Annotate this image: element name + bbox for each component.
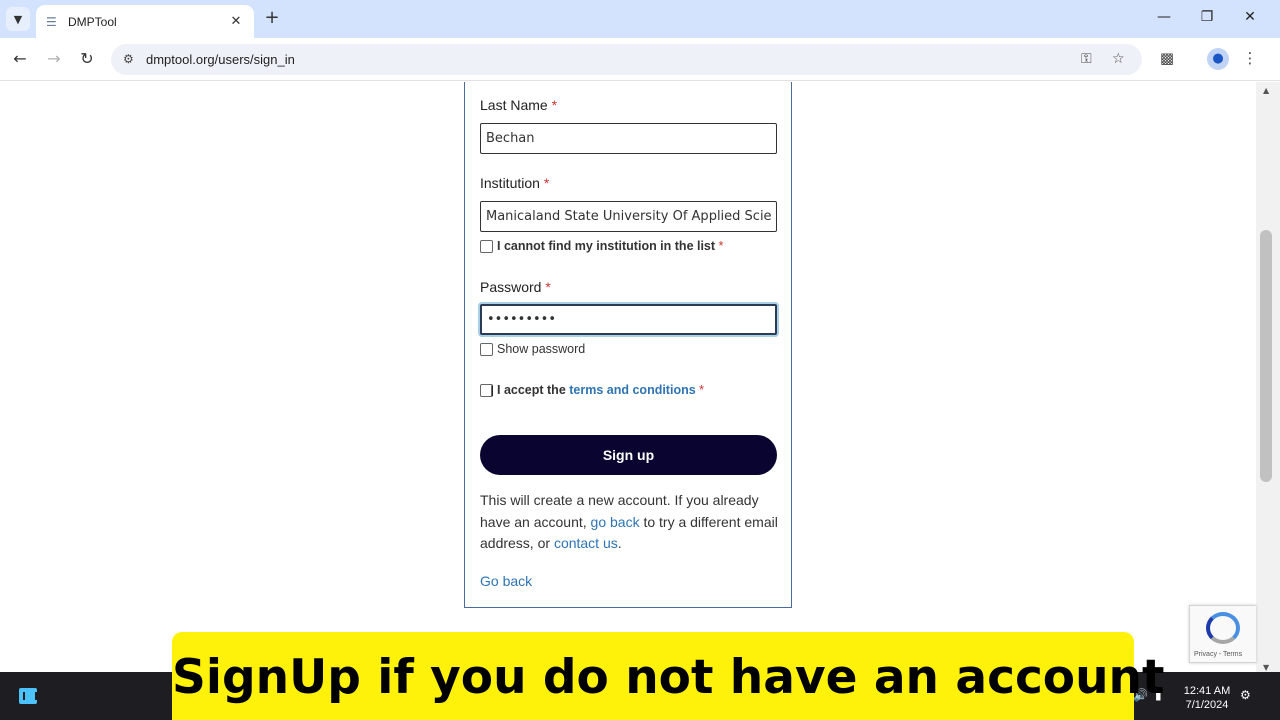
terms-link[interactable]: terms and conditions — [569, 383, 695, 397]
page-scrollbar[interactable]: ▲ ▼ — [1256, 82, 1280, 672]
extensions-icon[interactable]: ▩ — [1157, 49, 1177, 67]
url-text[interactable]: dmptool.org/users/sign_in — [146, 52, 295, 67]
reload-icon[interactable]: ↻ — [76, 48, 98, 70]
address-bar[interactable]: ⚙ dmptool.org/users/sign_in ⚿ ☆ — [111, 44, 1142, 75]
browser-toolbar: ← → ↻ ⚙ dmptool.org/users/sign_in ⚿ ☆ ▩ … — [0, 38, 1280, 81]
institution-input[interactable]: Manicaland State University Of Applied S… — [480, 201, 777, 232]
forward-arrow-icon[interactable]: → — [43, 48, 65, 70]
signup-form: Last Name * Bechan Institution * Manical… — [464, 82, 792, 608]
scrollbar-thumb[interactable] — [1260, 230, 1272, 482]
scroll-up-icon[interactable]: ▲ — [1263, 86, 1269, 95]
notification-icon[interactable]: ⚙ — [1240, 688, 1251, 702]
recaptcha-badge[interactable]: Privacy - Terms — [1189, 605, 1256, 663]
system-clock[interactable]: 12:41 AM 7/1/2024 — [1180, 684, 1234, 712]
password-label: Password * — [480, 279, 551, 295]
show-password-row: Show password — [480, 342, 585, 356]
recaptcha-links[interactable]: Privacy - Terms — [1194, 651, 1242, 658]
recaptcha-icon — [1206, 612, 1240, 644]
restore-icon[interactable]: ❐ — [1197, 9, 1217, 25]
account-note: This will create a new account. If you a… — [480, 492, 778, 551]
tab-list-icon[interactable]: ▼ — [6, 7, 30, 31]
institution-label: Institution * — [480, 175, 550, 191]
last-name-input[interactable]: Bechan — [480, 123, 777, 154]
contact-us-link[interactable]: contact us — [554, 535, 618, 551]
last-name-label: Last Name * — [480, 97, 558, 113]
profile-icon[interactable]: ● — [1207, 48, 1229, 70]
go-back-inline-link[interactable]: go back — [591, 514, 640, 530]
text-cursor-icon: I — [490, 384, 495, 400]
sign-up-button[interactable]: Sign up — [480, 435, 777, 475]
kebab-menu-icon[interactable]: ⋮ — [1240, 49, 1260, 67]
go-back-link[interactable]: Go back — [480, 573, 532, 589]
browser-tab[interactable]: ☰ DMPTool ✕ — [36, 5, 254, 38]
back-arrow-icon[interactable]: ← — [9, 48, 31, 70]
key-icon[interactable]: ⚿ — [1081, 51, 1092, 67]
show-password-checkbox[interactable] — [480, 342, 493, 356]
favicon-icon: ☰ — [46, 14, 57, 29]
password-input[interactable]: ••••••••• — [480, 304, 777, 335]
close-icon[interactable]: ✕ — [228, 14, 244, 29]
minimize-icon[interactable]: — — [1154, 9, 1174, 25]
accept-terms-row: I accept the terms and conditions * — [480, 383, 704, 397]
tab-title: DMPTool — [68, 14, 117, 29]
plus-icon[interactable]: + — [262, 8, 282, 28]
site-info-icon[interactable]: ⚙ — [123, 52, 134, 66]
browser-tab-bar: ▼ ☰ DMPTool ✕ + — ❐ ✕ — [0, 0, 1280, 38]
start-icon[interactable] — [19, 688, 37, 704]
scroll-down-icon[interactable]: ▼ — [1263, 663, 1269, 672]
star-icon[interactable]: ☆ — [1112, 51, 1125, 67]
caption-banner: SignUp if you do not have an account — [172, 632, 1165, 720]
cannot-find-institution-row: I cannot find my institution in the list… — [480, 239, 723, 253]
cannot-find-institution-checkbox[interactable] — [480, 239, 493, 253]
window-close-icon[interactable]: ✕ — [1240, 9, 1260, 25]
